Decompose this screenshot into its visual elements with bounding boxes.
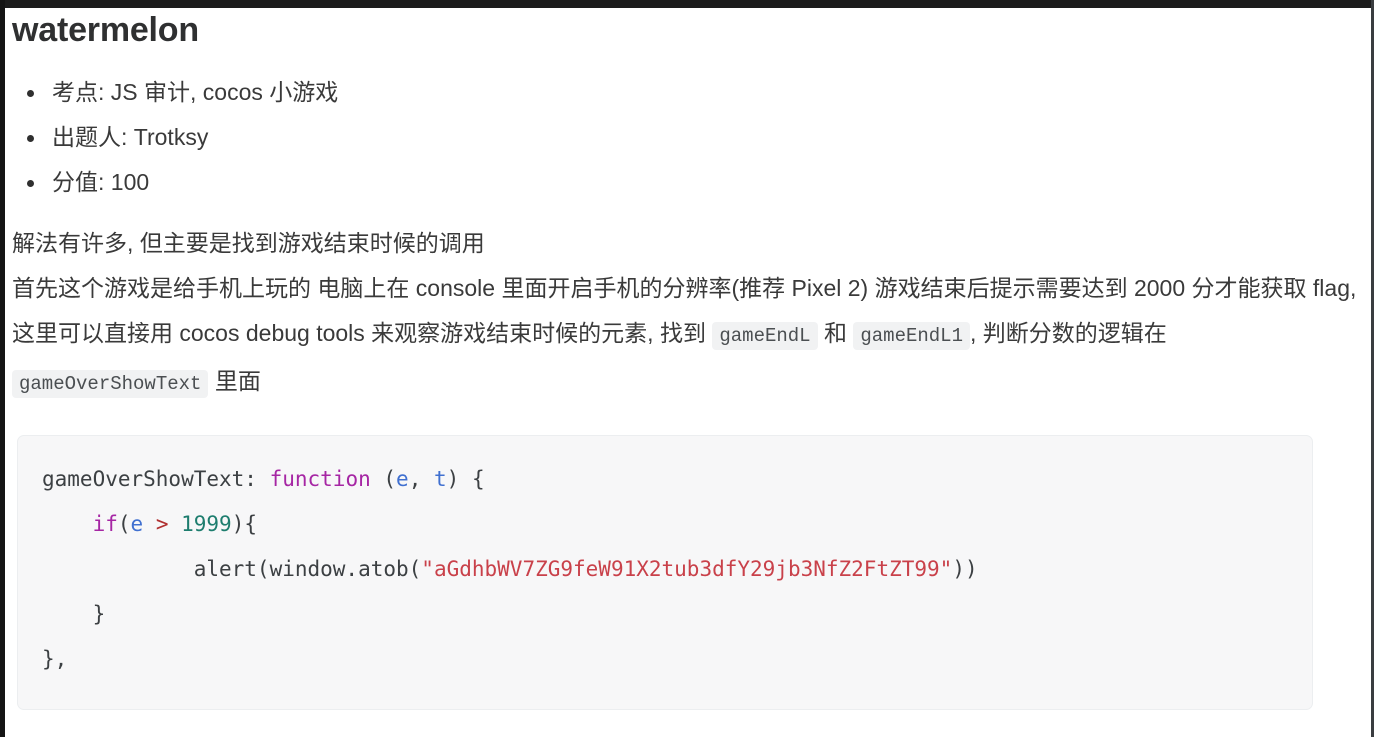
list-item-topic-text: 考点: JS 审计, cocos 小游戏	[52, 79, 339, 105]
code-arg-comma: ,	[408, 467, 434, 491]
code-keyword-function: function	[269, 467, 371, 491]
code-if-tail: ){	[231, 512, 257, 536]
code-operator-gt: >	[143, 512, 182, 536]
code-alert-call: alert(window.atob(	[193, 557, 422, 581]
inline-code-gameendl1: gameEndL1	[853, 322, 970, 350]
paragraph-conjunction-2: , 判断分数的逻辑在	[969, 320, 1167, 346]
list-item-points-text: 分值: 100	[52, 169, 150, 195]
code-close-brace-outer: },	[42, 647, 68, 671]
document-page: watermelon 考点: JS 审计, cocos 小游戏 出题人: Tro…	[5, 8, 1371, 737]
code-paren-open: (	[370, 467, 397, 491]
inline-code-gameovershowtext: gameOverShowText	[12, 370, 209, 398]
code-arg-e: e	[396, 467, 409, 491]
code-if-paren: (	[117, 512, 131, 536]
paragraph-line-1: 解法有许多, 但主要是找到游戏结束时候的调用	[12, 230, 485, 256]
browser-chrome-top-bar	[0, 0, 1374, 8]
code-indent-l3	[42, 557, 194, 581]
paragraph-conjunction-1: 和	[817, 320, 854, 346]
challenge-meta-list: 考点: JS 审计, cocos 小游戏 出题人: Trotksy 分值: 10…	[12, 70, 1362, 205]
writeup-paragraph: 解法有许多, 但主要是找到游戏结束时候的调用 首先这个游戏是给手机上玩的 电脑上在…	[12, 221, 1362, 407]
code-var-e: e	[130, 512, 144, 536]
code-paren-close-brace: ) {	[446, 467, 485, 491]
code-indent-l2	[42, 512, 93, 536]
code-alert-close: ))	[952, 557, 978, 581]
code-block-content: gameOverShowText: function (e, t) { if(e…	[42, 467, 978, 671]
page-title: watermelon	[12, 11, 199, 49]
list-item-points: 分值: 100	[27, 160, 1362, 205]
list-item-author: 出题人: Trotksy	[27, 115, 1362, 160]
paragraph-tail-text: 里面	[208, 368, 261, 394]
code-keyword-if: if	[92, 512, 118, 536]
code-string-base64-flag: "aGdhbWV7ZG9feW91X2tub3dfY29jb3NfZ2FtZT9…	[421, 557, 953, 581]
code-colon: :	[244, 467, 270, 491]
inline-code-gameendl: gameEndL	[712, 322, 818, 350]
markdown-content: watermelon 考点: JS 审计, cocos 小游戏 出题人: Tro…	[5, 8, 1371, 710]
list-item-author-text: 出题人: Trotksy	[52, 124, 209, 150]
code-number-1999: 1999	[181, 512, 232, 536]
code-block-javascript: gameOverShowText: function (e, t) { if(e…	[17, 435, 1313, 710]
code-fn-name: gameOverShowText	[42, 467, 245, 491]
list-item-topic: 考点: JS 审计, cocos 小游戏	[27, 70, 1362, 115]
code-close-brace-inner: }	[42, 602, 106, 626]
code-arg-t: t	[434, 467, 447, 491]
